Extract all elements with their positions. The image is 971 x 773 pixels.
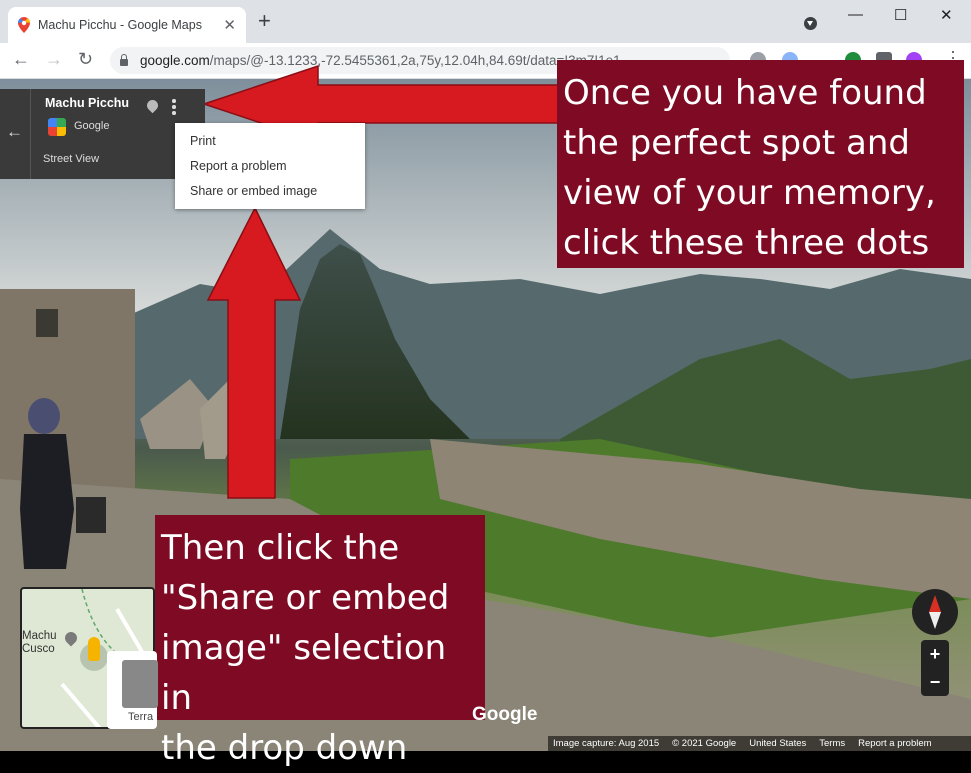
callout-line: view of your memory, [563, 173, 936, 213]
pegman-icon[interactable] [88, 637, 100, 661]
zoom-controls: + − [921, 640, 949, 696]
vertical-arrow-icon [206, 206, 302, 499]
place-title[interactable]: Machu Picchu [45, 96, 129, 110]
menu-item-share-embed[interactable]: Share or embed image [190, 184, 317, 198]
provider-label: Google [74, 120, 110, 132]
terrain-label: Terra [128, 711, 154, 723]
options-dropdown-menu: Print Report a problem Share or embed im… [175, 123, 365, 209]
zoom-in-button[interactable]: + [921, 640, 949, 668]
menu-item-report-problem[interactable]: Report a problem [190, 159, 287, 173]
zoom-out-button[interactable]: − [921, 668, 949, 696]
callout-line: click these three dots [563, 223, 930, 263]
instruction-callout-bottom: Then click the "Share or embed image" se… [155, 515, 485, 768]
callout-line: the perfect spot and [563, 123, 911, 163]
terrain-thumbnail [122, 660, 158, 708]
street-view-label: Street View [43, 153, 100, 165]
attribution-footer: Image capture: Aug 2015 © 2021 Google Un… [548, 736, 971, 751]
report-problem-link[interactable]: Report a problem [858, 738, 931, 749]
location-pin-icon[interactable] [144, 97, 161, 114]
callout-line: "Share or embed [161, 578, 450, 618]
copyright-label: © 2021 Google [672, 738, 737, 749]
terms-link[interactable]: Terms [819, 738, 845, 749]
more-options-icon[interactable] [172, 99, 176, 115]
google-maps-logo-icon [48, 118, 66, 136]
divider [30, 89, 31, 179]
country-link[interactable]: United States [749, 738, 806, 749]
terrain-layer-toggle[interactable]: Terra [107, 651, 158, 729]
google-watermark: Google [472, 704, 538, 725]
callout-line: Then click the [161, 528, 400, 568]
menu-item-print[interactable]: Print [190, 134, 216, 148]
callout-line: image" selection in [161, 628, 447, 718]
instruction-callout-top: Once you have found the perfect spot and… [557, 60, 964, 268]
minimap-place-label: Machu Cusco [22, 630, 57, 655]
compass-icon[interactable] [912, 589, 958, 635]
callout-line: Once you have found [563, 73, 927, 113]
callout-line: the drop down [161, 728, 408, 768]
image-capture-date: Image capture: Aug 2015 [553, 738, 660, 749]
back-arrow-icon[interactable]: ← [6, 122, 23, 142]
